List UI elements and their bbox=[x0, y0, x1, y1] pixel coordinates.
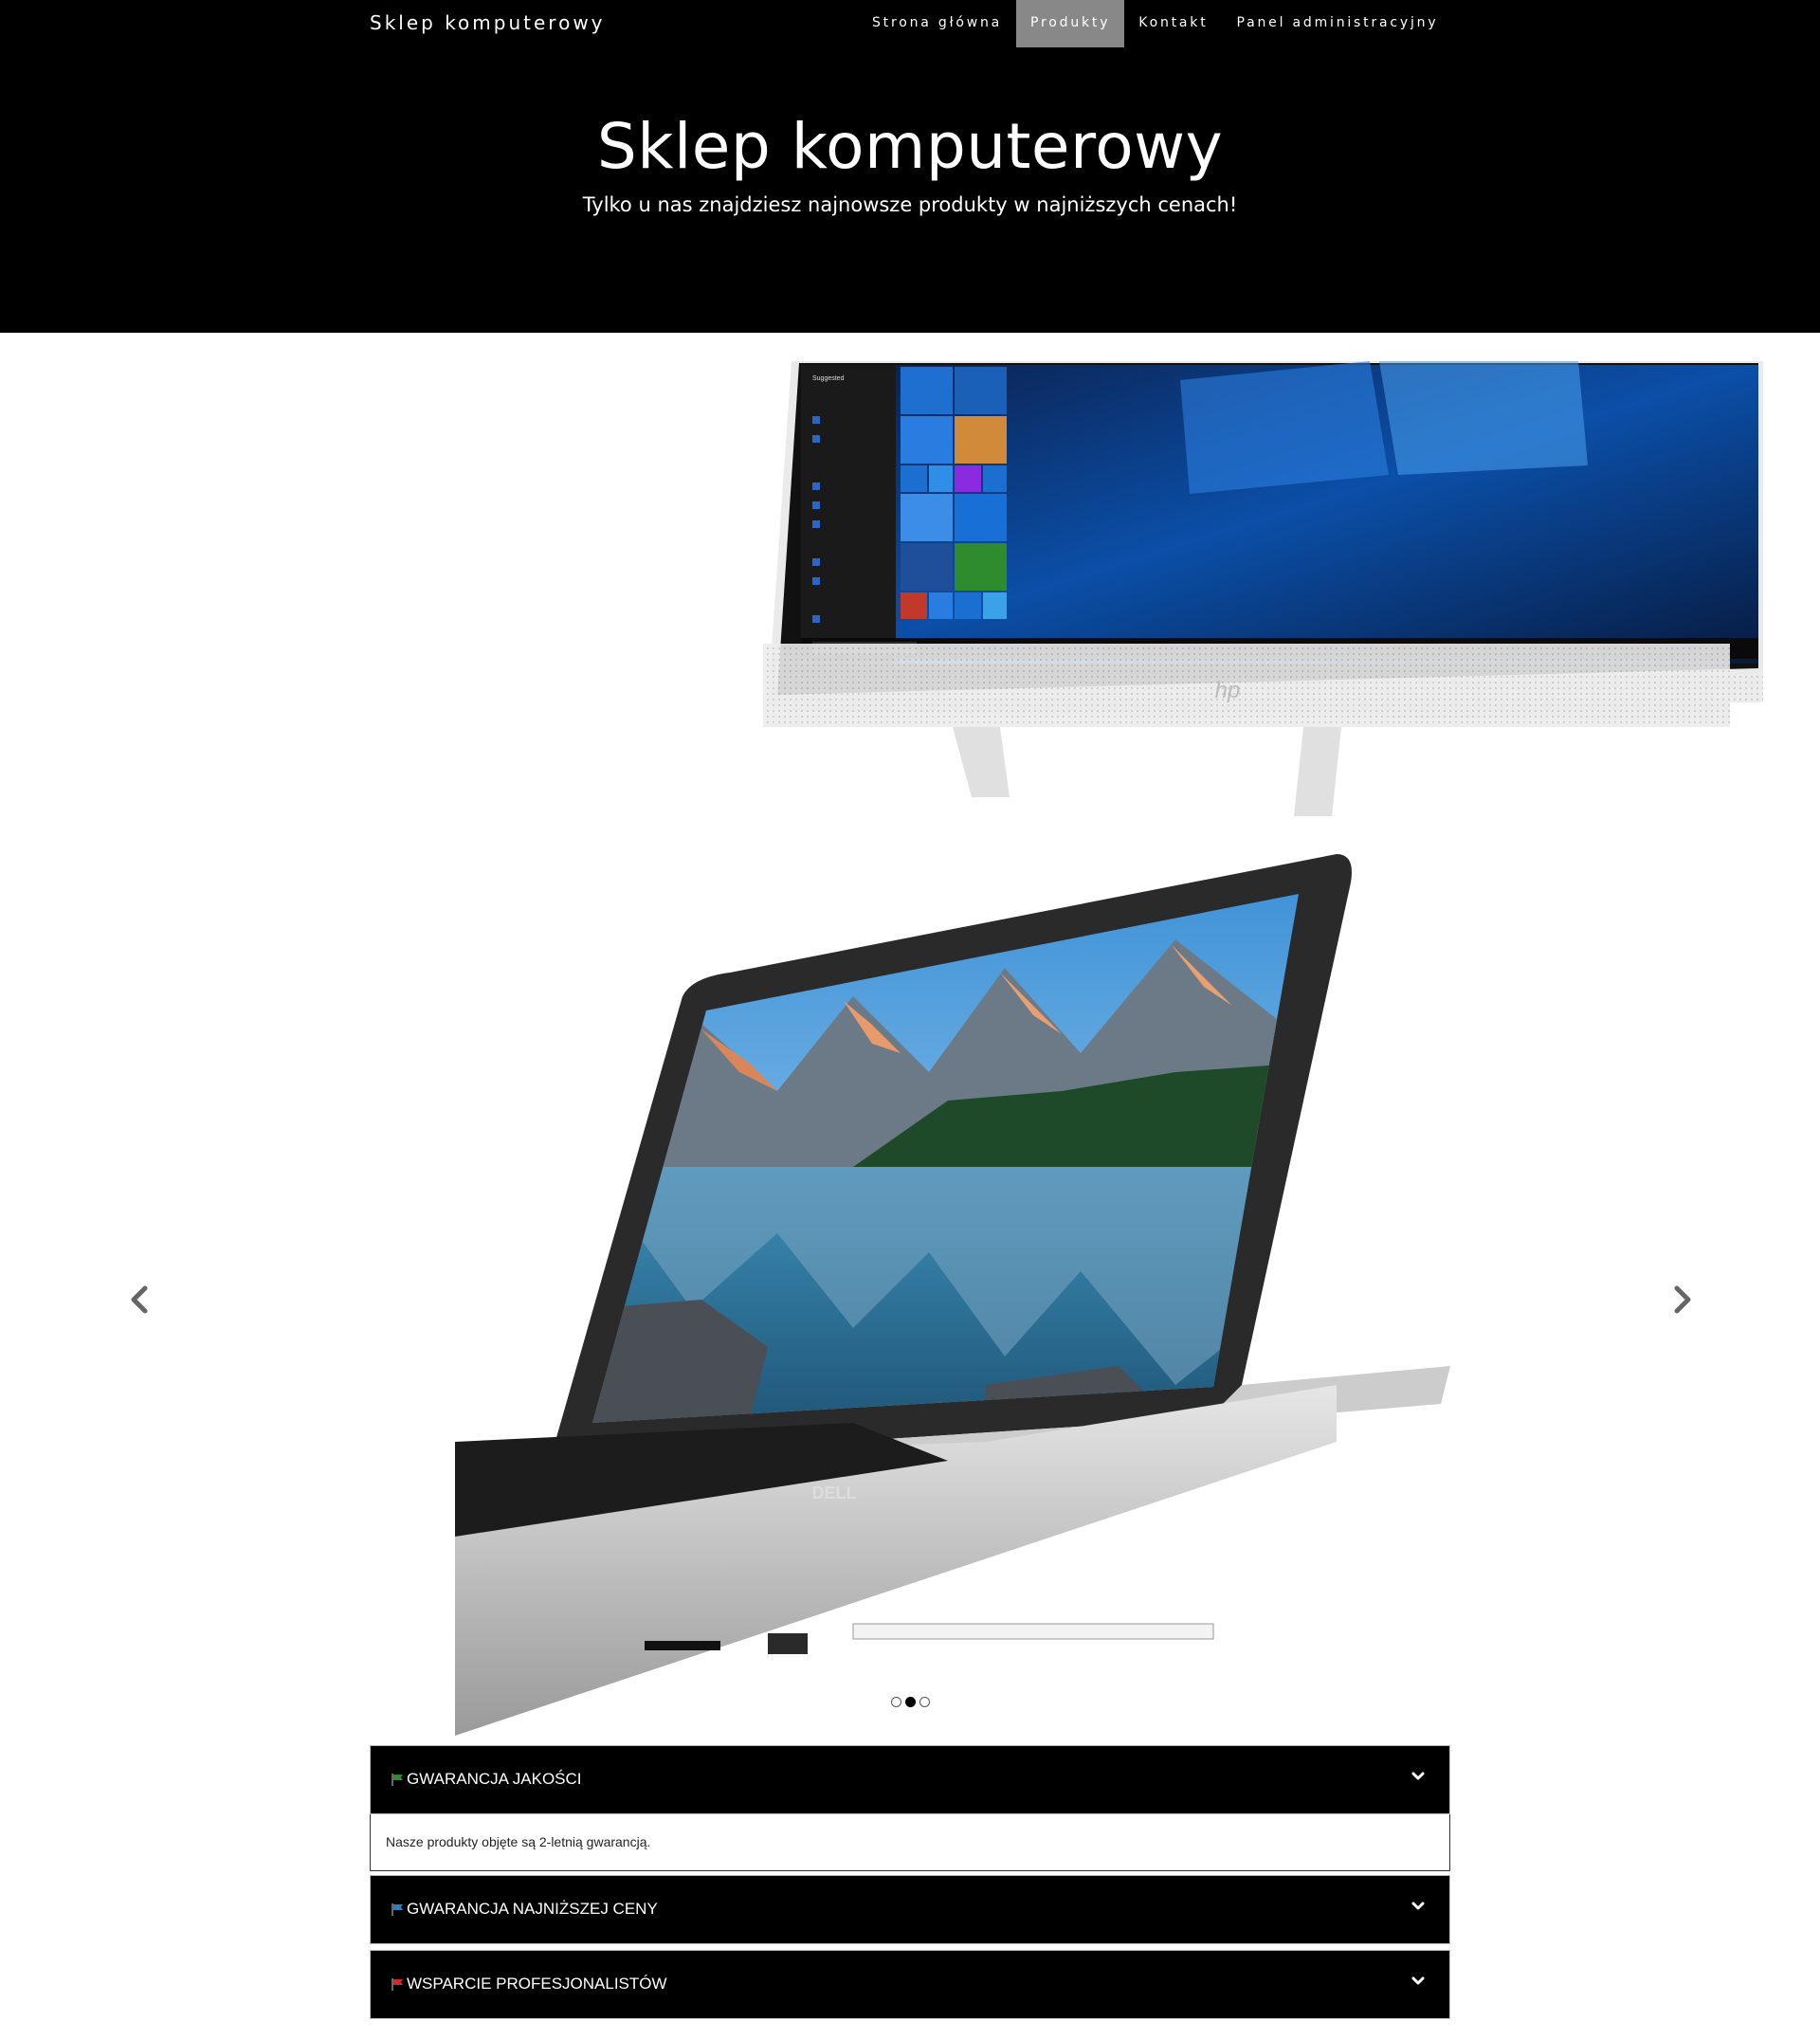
carousel-dot-3[interactable] bbox=[919, 1697, 930, 1707]
chevron-right-icon bbox=[1674, 1285, 1691, 1314]
carousel-next-button[interactable] bbox=[1668, 1281, 1697, 1319]
accordion-header-pro-support[interactable]: WSPARCIE PROFESJONALISTÓW bbox=[370, 1950, 1450, 2019]
chevron-down-icon bbox=[1411, 1902, 1425, 1910]
chevron-down-icon bbox=[1411, 1772, 1425, 1780]
accordion-title-pro-support: WSPARCIE PROFESJONALISTÓW bbox=[407, 1975, 667, 1993]
carousel-prev-button[interactable] bbox=[125, 1281, 154, 1319]
top-navbar: Sklep komputerowy Strona główna Produkty… bbox=[0, 0, 1820, 47]
hp-logo-text: hp bbox=[1215, 678, 1241, 703]
chevron-down-icon bbox=[1411, 1976, 1425, 1985]
dell-logo-text: DELL bbox=[812, 1484, 857, 1502]
nav-link-products[interactable]: Produkty bbox=[1016, 0, 1125, 47]
carousel-dot-1[interactable] bbox=[891, 1697, 901, 1707]
hero-subtitle: Tylko u nas znajdziesz najnowsze produkt… bbox=[582, 193, 1238, 216]
hp-all-in-one-image: Suggested hp bbox=[763, 361, 1763, 816]
flag-icon bbox=[391, 1903, 403, 1916]
accordion-body-quality: Nasze produkty objęte są 2-letnią gwaran… bbox=[370, 1814, 1450, 1871]
flag-icon bbox=[391, 1774, 403, 1786]
carousel-dot-2[interactable] bbox=[905, 1697, 916, 1707]
flag-icon bbox=[391, 1978, 403, 1991]
hero-title: Sklep komputerowy bbox=[596, 110, 1224, 183]
nav-link-home[interactable]: Strona główna bbox=[858, 0, 1016, 47]
accordion-header-lowest-price[interactable]: GWARANCJA NAJNIŻSZEJ CENY bbox=[370, 1875, 1450, 1944]
dell-laptop-image: DELL bbox=[455, 854, 1450, 1736]
nav-link-contact[interactable]: Kontakt bbox=[1124, 0, 1222, 47]
start-menu-suggested-text: Suggested bbox=[812, 375, 845, 382]
chevron-left-icon bbox=[131, 1285, 148, 1314]
main-nav: Strona główna Produkty Kontakt Panel adm… bbox=[858, 0, 1452, 47]
nav-link-admin-panel[interactable]: Panel administracyjny bbox=[1222, 0, 1452, 47]
accordion-text-quality: Nasze produkty objęte są 2-letnią gwaran… bbox=[386, 1834, 651, 1849]
accordion-header-quality[interactable]: GWARANCJA JAKOŚCI bbox=[370, 1745, 1450, 1814]
carousel-indicators bbox=[891, 1697, 930, 1707]
brand-logo-text[interactable]: Sklep komputerowy bbox=[370, 11, 606, 34]
accordion-title-lowest-price: GWARANCJA NAJNIŻSZEJ CENY bbox=[407, 1900, 658, 1918]
hero-banner: Sklep komputerowy Tylko u nas znajdziesz… bbox=[0, 47, 1820, 333]
product-carousel: Suggested hp DELL bbox=[0, 333, 1820, 1736]
accordion-title-quality: GWARANCJA JAKOŚCI bbox=[407, 1770, 582, 1788]
